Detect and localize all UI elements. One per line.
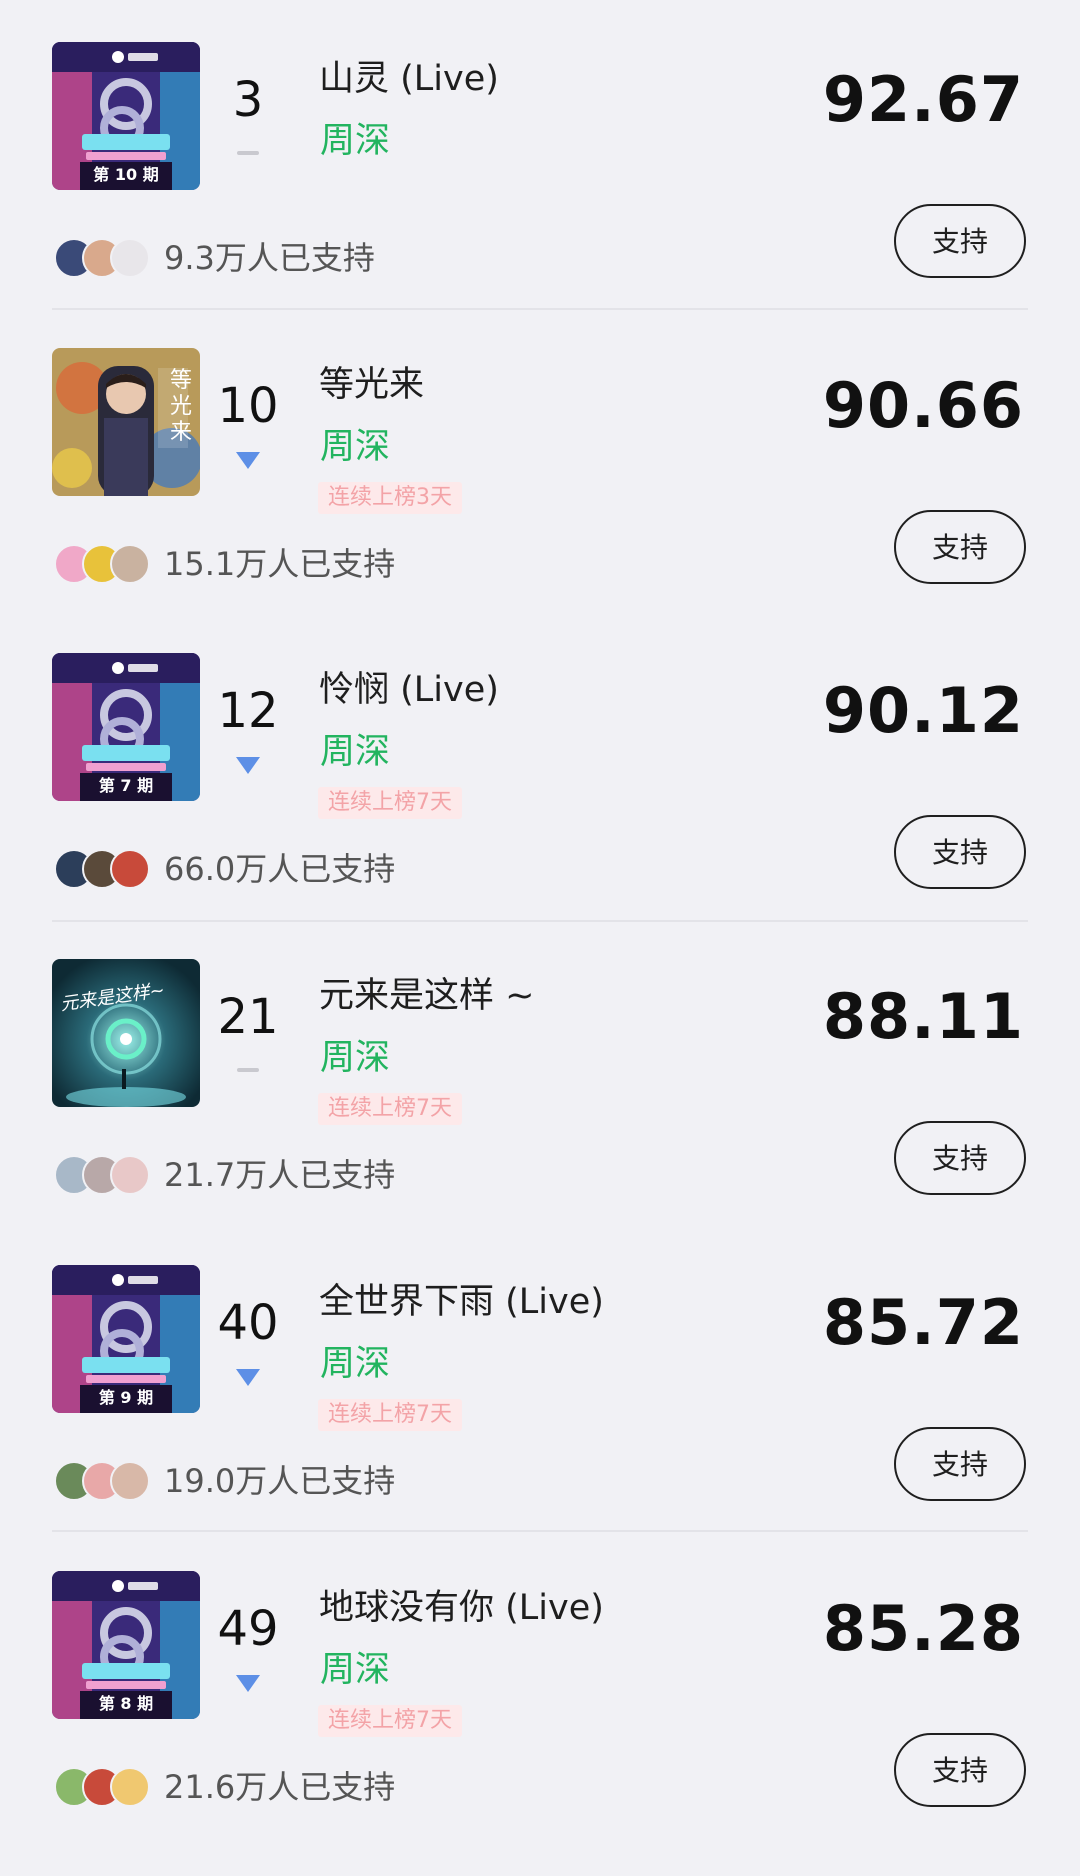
score: 88.11: [822, 980, 1024, 1053]
score: 90.66: [822, 369, 1024, 442]
chart-entry[interactable]: 第 8 期 49 地球没有你 (Live) 周深 连续上榜7天 85.28 21…: [52, 1571, 1028, 1876]
chart-list: 第 10 期 3 山灵 (Live) 周深 92.67 9.3万人已支持 支持: [0, 0, 1080, 1839]
streak-badge: 连续上榜7天: [318, 1705, 462, 1737]
supporter-count: 21.7万人已支持: [164, 1156, 396, 1194]
streak-badge: 连续上榜7天: [318, 1093, 462, 1125]
support-button[interactable]: 支持: [894, 1427, 1026, 1501]
avatar: [110, 544, 150, 584]
cover-label: 等光来: [170, 368, 193, 445]
trend-flat-icon: [210, 144, 286, 168]
trend-flat-icon: [210, 1061, 286, 1085]
cover-label: 第 8 期: [98, 1694, 154, 1713]
artist-name[interactable]: 周深: [320, 729, 390, 775]
trend-down-icon: [210, 450, 286, 474]
supporter-count: 21.6万人已支持: [164, 1768, 396, 1806]
support-button[interactable]: 支持: [894, 815, 1026, 889]
rank-number: 40: [217, 1295, 279, 1351]
supporter-avatars: [54, 238, 154, 278]
support-button[interactable]: 支持: [894, 1733, 1026, 1807]
streak-badge: 连续上榜7天: [318, 1399, 462, 1431]
supporter-count: 66.0万人已支持: [164, 850, 396, 888]
artist-name[interactable]: 周深: [320, 424, 390, 470]
artist-name[interactable]: 周深: [320, 1035, 390, 1081]
score: 85.28: [822, 1592, 1024, 1665]
rank-number: 12: [217, 683, 279, 739]
avatar: [110, 849, 150, 889]
artist-name[interactable]: 周深: [320, 1647, 390, 1693]
supporter-avatars: [54, 544, 154, 584]
rank-number: 3: [232, 72, 264, 128]
artist-name[interactable]: 周深: [320, 1341, 390, 1387]
song-title[interactable]: 地球没有你 (Live): [319, 1585, 604, 1631]
album-cover[interactable]: 第 8 期: [52, 1571, 200, 1719]
cover-label: 第 10 期: [93, 165, 159, 184]
supporter-avatars: [54, 1767, 154, 1807]
song-title[interactable]: 全世界下雨 (Live): [319, 1279, 604, 1325]
score: 85.72: [822, 1286, 1024, 1359]
album-cover[interactable]: 第 10 期: [52, 42, 200, 190]
rank-number: 49: [217, 1601, 279, 1657]
album-cover[interactable]: 第 9 期: [52, 1265, 200, 1413]
supporter-count: 9.3万人已支持: [164, 239, 375, 277]
chart-entry[interactable]: 第 7 期 12 怜悯 (Live) 周深 连续上榜7天 90.12 66.0万…: [52, 653, 1028, 958]
divider: [52, 308, 1028, 310]
supporter-count: 15.1万人已支持: [164, 545, 396, 583]
streak-badge: 连续上榜3天: [318, 482, 462, 514]
chart-entry[interactable]: 第 10 期 3 山灵 (Live) 周深 92.67 9.3万人已支持 支持: [52, 42, 1028, 347]
rank-number: 21: [217, 989, 279, 1045]
supporter-avatars: [54, 1155, 154, 1195]
chart-entry[interactable]: 第 9 期 40 全世界下雨 (Live) 周深 连续上榜7天 85.72 19…: [52, 1265, 1028, 1570]
album-cover[interactable]: 元来是这样~: [52, 959, 200, 1107]
support-button[interactable]: 支持: [894, 510, 1026, 584]
album-cover[interactable]: 等光来: [52, 348, 200, 496]
song-title[interactable]: 山灵 (Live): [319, 56, 499, 102]
chart-entry[interactable]: 等光来 10 等光来 周深 连续上榜3天 90.66 15.1万人已支持 支持: [52, 348, 1028, 653]
trend-down-icon: [210, 1673, 286, 1697]
supporter-avatars: [54, 1461, 154, 1501]
rank-number: 10: [217, 378, 279, 434]
streak-badge: 连续上榜7天: [318, 787, 462, 819]
trend-down-icon: [210, 755, 286, 779]
song-title[interactable]: 元来是这样 ~: [319, 973, 534, 1019]
avatar: [110, 1767, 150, 1807]
supporter-count: 19.0万人已支持: [164, 1462, 396, 1500]
supporter-avatars: [54, 849, 154, 889]
score: 90.12: [822, 674, 1024, 747]
song-title[interactable]: 等光来: [319, 362, 424, 408]
chart-entry[interactable]: 元来是这样~ 21 元来是这样 ~ 周深 连续上榜7天 88.11 21.7万人…: [52, 959, 1028, 1264]
artist-name[interactable]: 周深: [320, 118, 390, 164]
support-button[interactable]: 支持: [894, 1121, 1026, 1195]
avatar: [110, 1155, 150, 1195]
song-title[interactable]: 怜悯 (Live): [319, 667, 499, 713]
score: 92.67: [822, 63, 1024, 136]
avatar: [110, 1461, 150, 1501]
divider: [52, 920, 1028, 922]
support-button[interactable]: 支持: [894, 204, 1026, 278]
divider: [52, 1530, 1028, 1532]
trend-down-icon: [210, 1367, 286, 1391]
cover-label: 第 7 期: [98, 776, 154, 795]
album-cover[interactable]: 第 7 期: [52, 653, 200, 801]
cover-label: 第 9 期: [98, 1388, 154, 1407]
avatar: [110, 238, 150, 278]
